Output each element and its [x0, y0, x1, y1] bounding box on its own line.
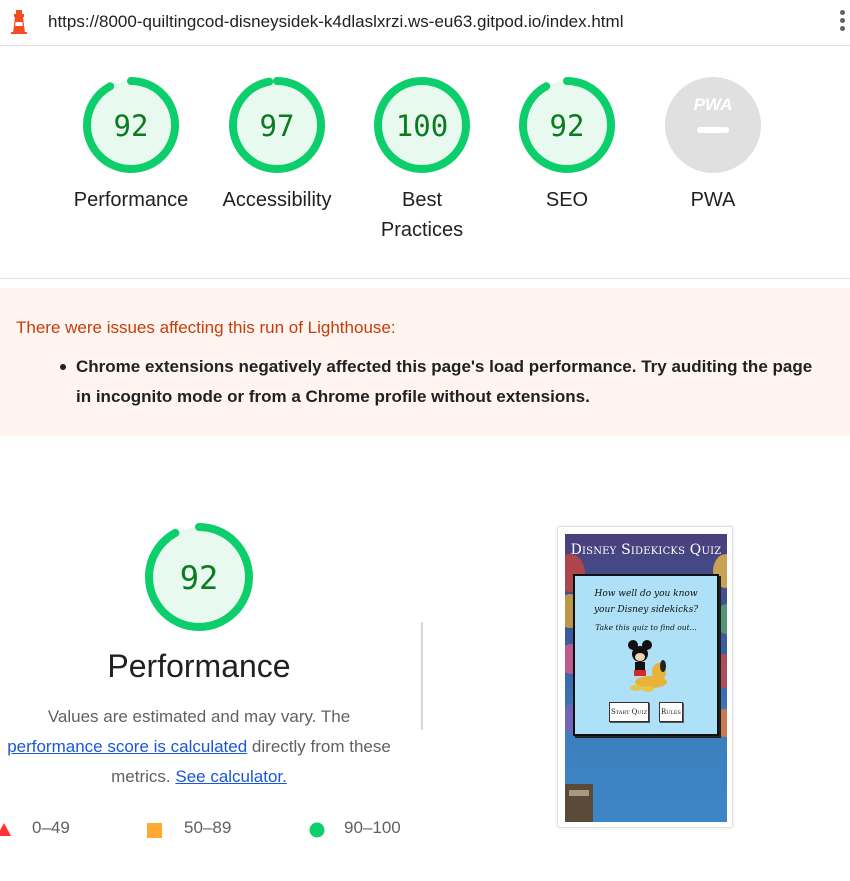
legend-average: 50–89	[147, 818, 267, 842]
gauge-performance-ring: 92	[83, 77, 179, 173]
gauge-best-practices-label-line2: Practices	[380, 219, 464, 241]
gauge-best-practices-score: 100	[396, 109, 448, 143]
performance-description: Values are estimated and may vary. The p…	[0, 702, 412, 792]
url-text[interactable]: https://8000-quiltingcod-disneysidek-k4d…	[48, 12, 623, 32]
gauge-pwa[interactable]: PWA PWA	[643, 75, 783, 215]
gauge-pwa-label: PWA	[690, 189, 736, 211]
divider	[0, 278, 850, 279]
gauge-performance[interactable]: 92 Performance	[61, 75, 201, 215]
gauge-best-practices-label: Best Practices	[352, 185, 492, 245]
gauge-best-practices-label-line1: Best	[401, 189, 443, 211]
warning-title: There were issues affecting this run of …	[16, 318, 396, 337]
gauge-best-practices[interactable]: 100 Best Practices	[352, 75, 492, 245]
gauge-best-practices-ring: 100	[374, 77, 470, 173]
desc-mid: directly from these	[247, 737, 391, 756]
screenshot-image: Disney Sidekicks Quiz How well do you kn…	[565, 534, 727, 822]
gauge-seo[interactable]: 92 SEO	[497, 75, 637, 215]
performance-title: Performance	[107, 648, 291, 684]
gauge-seo-score: 92	[550, 109, 585, 143]
more-options-icon[interactable]	[836, 10, 848, 36]
quiz-question-line2: your Disney sidekicks?	[593, 605, 699, 615]
gauge-performance-score: 92	[114, 109, 149, 143]
gauge-accessibility-score: 97	[260, 109, 295, 143]
quiz-subtitle: Take this quiz to find out...	[595, 623, 697, 632]
gauge-accessibility-label: Accessibility	[222, 189, 332, 211]
start-quiz-button: Start Quiz	[609, 702, 649, 722]
mickey-pluto-image	[628, 640, 667, 692]
circle-icon	[309, 822, 325, 838]
see-calculator-link[interactable]: See calculator.	[175, 767, 287, 786]
vertical-divider	[421, 622, 423, 730]
gauge-seo-label: SEO	[545, 189, 589, 211]
pwa-badge-icon: PWA	[665, 77, 761, 173]
warning-item: Chrome extensions negatively affected th…	[60, 352, 826, 412]
gauge-performance-label: Performance	[73, 189, 189, 211]
gauge-accessibility-ring: 97	[229, 77, 325, 173]
score-calculated-link[interactable]: performance score is calculated	[7, 737, 247, 756]
warning-box: There were issues affecting this run of …	[0, 288, 850, 436]
square-icon	[147, 823, 162, 838]
final-screenshot[interactable]: Disney Sidekicks Quiz How well do you kn…	[557, 526, 733, 828]
legend-pass-range: 90–100	[344, 818, 401, 837]
address-bar: https://8000-quiltingcod-disneysidek-k4d…	[0, 0, 850, 46]
performance-gauge: 92	[145, 523, 253, 631]
gauge-accessibility[interactable]: 97 Accessibility	[207, 75, 347, 215]
performance-score: 92	[180, 559, 219, 597]
quiz-title: Disney Sidekicks Quiz	[570, 542, 722, 558]
quiz-intro-card: How well do you know your Disney sidekic…	[573, 574, 719, 736]
quiz-question-line1: How well do you know	[594, 589, 698, 599]
triangle-icon	[0, 823, 11, 836]
quiz-question: How well do you know your Disney sidekic…	[575, 586, 717, 618]
warning-list: Chrome extensions negatively affected th…	[16, 352, 834, 412]
pwa-badge-text: PWA	[694, 95, 733, 114]
rules-button: Rules	[659, 702, 683, 722]
desc-line1: Values are estimated and may vary. The	[47, 707, 351, 726]
lighthouse-logo-icon	[11, 10, 27, 34]
desc-line3: metrics.	[111, 767, 176, 786]
legend-pass: 90–100	[309, 818, 429, 842]
legend-fail: 0–49	[0, 818, 100, 842]
legend-fail-range: 0–49	[32, 818, 70, 837]
gauge-seo-ring: 92	[519, 77, 615, 173]
legend-average-range: 50–89	[184, 818, 232, 837]
